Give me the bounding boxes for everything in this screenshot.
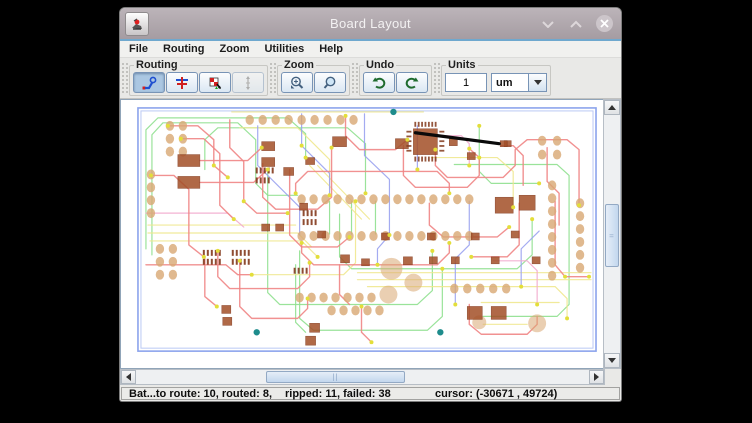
board-viewport [120,99,603,369]
hscroll-row: || [120,369,621,385]
horizontal-scroll-thumb[interactable]: || [266,371,405,383]
toolbar-grip[interactable] [433,62,440,95]
toolbar-grip[interactable] [269,62,276,95]
title-bar[interactable]: Board Layout [120,8,621,39]
arrow-up-icon [608,105,616,110]
board-layout-window: Board Layout File Routing Zoom [120,8,621,401]
desktop: Board Layout File Routing Zoom [0,0,752,423]
zoom-out-button[interactable] [314,72,346,93]
redo-button[interactable] [396,72,428,93]
move-tool-button[interactable] [232,72,264,93]
status-bar: Bat...to route: 10, routed: 8, ripped: 1… [121,387,620,400]
vertical-scroll-thumb[interactable]: = [605,204,619,267]
toolbar-group-routing: Routing [129,59,268,96]
units-selected-value: um [491,73,528,92]
toolbar-group-units: Units um [441,59,551,96]
thumb-grip: = [609,231,615,240]
menu-bar: File Routing Zoom Utilities Help [120,41,621,58]
menu-routing[interactable]: Routing [163,43,205,55]
toolbar: Routing [120,58,621,99]
menu-zoom[interactable]: Zoom [220,43,250,55]
chevron-down-icon [534,80,542,85]
scroll-up-button[interactable] [604,100,620,115]
route-icon [141,75,157,91]
status-routing-summary: Bat...to route: 10, routed: 8, [129,388,272,400]
zoom-out-icon [322,75,338,91]
group-label-zoom: Zoom [282,59,316,71]
undo-icon [371,75,387,91]
arrow-right-icon [594,373,599,381]
thumb-grip: || [332,373,338,382]
board-canvas[interactable] [121,100,603,368]
toolbar-grip[interactable] [121,62,128,95]
scrollbar-corner [605,369,621,385]
zoom-in-icon [289,75,305,91]
menu-help[interactable]: Help [319,43,343,55]
horizontal-scrollbar[interactable]: || [120,369,605,385]
scroll-right-button[interactable] [589,370,604,384]
undo-button[interactable] [363,72,395,93]
toolbar-group-undo: Undo [359,59,432,96]
move-icon [240,75,256,91]
ripup-tool-button[interactable] [166,72,198,93]
autoroute-flag-icon [207,75,223,91]
menu-utilities[interactable]: Utilities [264,43,304,55]
group-label-routing: Routing [134,59,180,71]
window-title: Board Layout [120,16,621,31]
units-value-input[interactable] [445,73,487,92]
autoroute-button[interactable] [199,72,231,93]
units-combobox[interactable]: um [491,73,547,92]
group-label-undo: Undo [364,59,396,71]
canvas-area: = [120,99,621,369]
toolbar-group-zoom: Zoom [277,59,350,96]
menu-file[interactable]: File [129,43,148,55]
arrow-left-icon [126,373,131,381]
vertical-scrollbar[interactable]: = [603,99,621,369]
units-dropdown-button[interactable] [528,73,547,92]
zoom-region-button[interactable] [281,72,313,93]
ripup-icon [174,75,190,91]
scroll-down-button[interactable] [604,353,620,368]
toolbar-grip[interactable] [351,62,358,95]
redo-icon [404,75,420,91]
route-tool-button[interactable] [133,72,165,93]
arrow-down-icon [608,358,616,363]
status-rip-summary: ripped: 11, failed: 38 [285,388,391,400]
group-label-units: Units [446,59,478,71]
scroll-left-button[interactable] [121,370,136,384]
status-cursor-position: cursor: (-30671 , 49724) [435,388,557,400]
